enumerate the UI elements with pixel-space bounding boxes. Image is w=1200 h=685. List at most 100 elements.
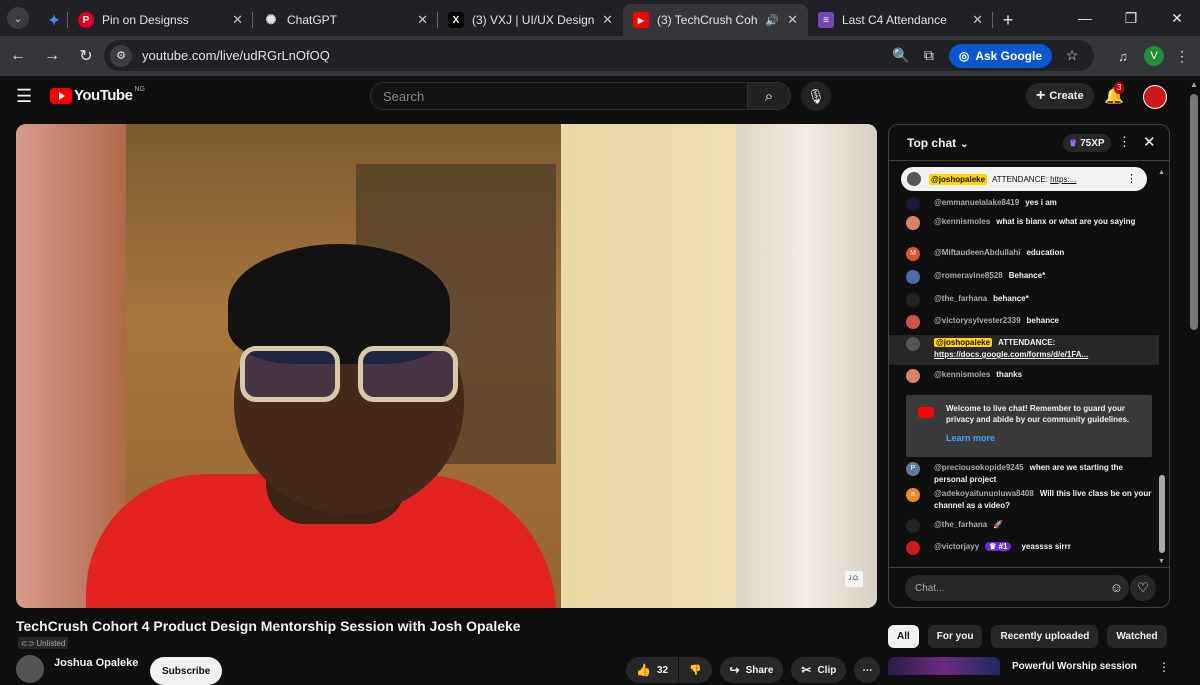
recommended-video[interactable]: Powerful Worship session ⋮ [888, 657, 1188, 675]
pinned-label: ATTENDANCE: [992, 174, 1051, 184]
chat-message[interactable]: @the_farhana 🚀 [889, 519, 1159, 541]
filter-chip-watched[interactable]: Watched [1107, 625, 1167, 648]
chat-scrollbar[interactable]: ▲ ▼ [1157, 169, 1167, 565]
url-text[interactable]: youtube.com/live/udRGrLnOfOQ [142, 48, 330, 63]
learn-more-link[interactable]: Learn more [946, 433, 995, 443]
message-body: @victorjayy ♛ #1 yeassss sirrr [934, 541, 1071, 561]
chat-scroll-thumb[interactable] [1159, 475, 1165, 553]
chat-message[interactable]: M @MiftaudeenAbdullahi education [889, 247, 1159, 270]
avatar [906, 369, 920, 383]
hamburger-menu-icon[interactable]: ☰ [16, 86, 32, 107]
media-controls-icon[interactable]: ♫ [1108, 49, 1138, 64]
scroll-up-icon[interactable]: ▲ [1190, 80, 1198, 89]
dislike-button[interactable]: 👎 [679, 657, 712, 683]
audio-playing-icon[interactable]: 🔊 [765, 14, 779, 27]
site-info-icon[interactable]: ⚙ [110, 44, 132, 67]
close-chat-icon[interactable]: ✕ [1143, 133, 1156, 151]
clip-button[interactable]: ✂ Clip [791, 657, 847, 683]
close-tab-icon[interactable]: ✕ [232, 12, 243, 28]
chevron-down-icon: ⌄ [960, 139, 969, 150]
chat-input[interactable] [915, 582, 1095, 594]
recommended-thumbnail[interactable] [888, 657, 1000, 675]
bookmark-star-icon[interactable]: ☆ [1058, 47, 1086, 64]
new-tab-button[interactable]: + [993, 4, 1023, 36]
scroll-up-icon[interactable]: ▲ [1158, 169, 1165, 176]
chat-message[interactable]: @emmanuelalake8419 yes i am [889, 197, 1159, 216]
tab-forms[interactable]: ≡ Last C4 Attendance ✕ [808, 4, 993, 36]
pinned-message[interactable]: @joshopaleke ATTENDANCE: https:... ⋮ [901, 167, 1147, 191]
message-text: ATTENDANCE: [998, 338, 1056, 347]
tab-youtube-active[interactable]: ▶ (3) TechCrush Cohort 4 🔊 ✕ [623, 4, 808, 36]
close-tab-icon[interactable]: ✕ [602, 12, 613, 28]
message-text: thanks [996, 370, 1023, 379]
video-player[interactable]: J.O. [16, 124, 877, 608]
close-window-icon[interactable]: ✕ [1154, 0, 1200, 36]
browser-menu-icon[interactable]: ⋮ [1170, 48, 1194, 65]
channel-avatar[interactable] [16, 655, 44, 683]
restore-icon[interactable]: ❐ [1108, 0, 1154, 36]
share-button[interactable]: ↪ Share [719, 657, 784, 683]
ask-google-button[interactable]: ◎ Ask Google [948, 43, 1052, 68]
search-box[interactable] [370, 82, 748, 110]
notifications-button[interactable]: 🔔 3 [1104, 82, 1125, 106]
chat-message[interactable]: P @preciousokopide9245 when are we starti… [889, 462, 1159, 488]
forward-button[interactable]: → [36, 40, 68, 72]
tab-x[interactable]: X (3) VXJ | UI/UX Designer ⚡ ✕ [438, 4, 623, 36]
chat-message[interactable]: @romeravine8528 Behance* [889, 270, 1159, 293]
like-button[interactable]: 👍 32 [626, 657, 679, 683]
pinned-link[interactable]: https:... [1050, 175, 1076, 184]
profile-avatar[interactable]: V [1144, 46, 1164, 66]
xp-badge[interactable]: ♛ 75XP [1063, 134, 1111, 152]
tab-chatgpt[interactable]: ✺ ChatGPT ✕ [253, 4, 438, 36]
account-avatar[interactable] [1143, 85, 1167, 109]
page-scrollbar[interactable]: ▲ [1188, 76, 1200, 675]
chat-message[interactable]: @victorjayy ♛ #1 yeassss sirrr [889, 541, 1159, 561]
voice-search-button[interactable]: 🎙 [801, 81, 831, 111]
cast-icon[interactable]: ⧉ [915, 47, 943, 64]
heart-reaction-button[interactable]: ♡ [1130, 575, 1156, 601]
tab-pinterest[interactable]: P Pin on Designss ✕ [68, 4, 253, 36]
message-text: behance* [993, 294, 1029, 303]
tab-title: (3) TechCrush Cohort 4 [657, 13, 758, 27]
channel-watermark[interactable]: J.O. [845, 571, 863, 587]
chat-message[interactable]: @victorysylvester2339 behance [889, 315, 1159, 335]
chat-input-box[interactable]: ☺ [905, 575, 1129, 601]
reload-button[interactable]: ↻ [70, 40, 102, 72]
create-button[interactable]: + Create [1026, 83, 1094, 109]
pinned-more-icon[interactable]: ⋮ [1126, 172, 1137, 185]
filter-chip-all[interactable]: All [888, 625, 919, 648]
gemini-tab[interactable]: ✦ [36, 4, 68, 36]
zoom-icon[interactable]: 🔍 [887, 47, 915, 64]
address-bar[interactable]: ⚙ youtube.com/live/udRGrLnOfOQ 🔍 ⧉ ◎ Ask … [104, 40, 1094, 71]
recommended-title[interactable]: Powerful Worship session [1012, 661, 1137, 672]
chat-message-moderator[interactable]: @joshopaleke ATTENDANCE: https://docs.goo… [889, 335, 1159, 365]
page-scroll-thumb[interactable] [1190, 94, 1198, 330]
search-input[interactable] [383, 88, 747, 104]
chat-message[interactable]: a @adekoyaitunuoluwa8408 Will this live c… [889, 488, 1159, 519]
channel-name[interactable]: Joshua Opaleke [54, 657, 138, 669]
filter-chip-recently-uploaded[interactable]: Recently uploaded [991, 625, 1099, 648]
message-link[interactable]: https://docs.google.com/forms/d/e/1FA... [934, 350, 1088, 359]
chat-message[interactable]: @the_farhana behance* [889, 293, 1159, 315]
tab-search-button[interactable]: ⌄ [0, 0, 36, 36]
subscribe-button[interactable]: Subscribe [150, 657, 223, 685]
youtube-logo[interactable]: YouTube NG [50, 86, 145, 104]
recommended-more-icon[interactable]: ⋮ [1158, 660, 1170, 674]
chat-message[interactable]: @kennismoles what is bianx or what are yo… [889, 216, 1159, 247]
filter-chip-for-you[interactable]: For you [927, 625, 983, 648]
close-tab-icon[interactable]: ✕ [972, 12, 983, 28]
top-chat-dropdown[interactable]: Top chat ⌄ [907, 136, 969, 150]
scroll-down-icon[interactable]: ▼ [1158, 558, 1165, 565]
more-actions-button[interactable]: ⋯ [854, 657, 881, 683]
minimize-icon[interactable]: — [1062, 0, 1108, 36]
emoji-icon[interactable]: ☺ [1110, 580, 1123, 595]
close-tab-icon[interactable]: ✕ [417, 12, 428, 28]
country-code: NG [134, 86, 145, 93]
clip-label: Clip [817, 664, 837, 676]
search-button[interactable]: ⌕ [747, 82, 791, 110]
chat-more-options-icon[interactable]: ⋮ [1118, 134, 1131, 150]
back-button[interactable]: ← [2, 40, 34, 72]
youtube-header: ☰ YouTube NG ⌕ 🎙 +Create 🔔3 [0, 76, 1188, 116]
close-tab-icon[interactable]: ✕ [787, 12, 798, 28]
chat-message[interactable]: @kennismoles thanks [889, 365, 1159, 387]
